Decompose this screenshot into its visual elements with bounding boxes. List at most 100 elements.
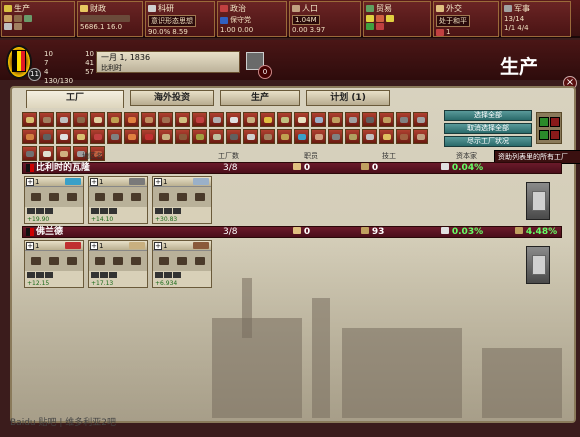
goods-filter-icon[interactable]: [260, 112, 275, 127]
goods-filter-icon[interactable]: [56, 112, 71, 127]
goods-filter-icon[interactable]: [175, 129, 190, 144]
trade-tab[interactable]: 贸易: [363, 1, 431, 37]
col-clerks[interactable]: 职员: [304, 151, 318, 161]
goods-filter-icon[interactable]: [175, 112, 190, 127]
goods-icon: [376, 15, 384, 22]
tab-foreign-investment[interactable]: 海外投资: [130, 90, 214, 106]
col-capitalists[interactable]: 资本家: [456, 151, 477, 161]
goods-filter-icon[interactable]: [90, 112, 105, 127]
close-all-icon[interactable]: [550, 130, 560, 140]
col-factories[interactable]: 工厂数: [218, 151, 239, 161]
finance-tab[interactable]: 财政 5686.1 16.0: [77, 1, 143, 37]
capitalist-icon: [441, 163, 449, 170]
goods-filter-icon[interactable]: [22, 129, 37, 144]
tech-tab[interactable]: 科研 意识形态思想 90.0% 8.59: [145, 1, 215, 37]
goods-filter-icon[interactable]: [362, 112, 377, 127]
nation-name: 比利时: [101, 64, 122, 72]
goods-filter-icon[interactable]: [294, 112, 309, 127]
population-label: 人口: [302, 4, 318, 13]
goods-filter-icon[interactable]: [107, 112, 122, 127]
goods-filter-icon[interactable]: [141, 112, 156, 127]
goods-filter-icon[interactable]: [328, 112, 343, 127]
deselect-all-button[interactable]: 取消选择全部: [444, 123, 532, 134]
population-tab[interactable]: 人口 1.04M 0.00 3.97: [289, 1, 361, 37]
tab-projects[interactable]: 计划 (1): [306, 90, 390, 106]
goods-filter-icon[interactable]: [294, 129, 309, 144]
factory-card[interactable]: +1 +12.15: [24, 240, 84, 288]
stat-row: 4 57: [44, 68, 94, 77]
goods-filter-icon[interactable]: [22, 112, 37, 127]
factory-card[interactable]: +1 +6.934: [152, 240, 212, 288]
factory-card[interactable]: +1 +30.83: [152, 176, 212, 224]
unsubsidize-all-icon[interactable]: [550, 117, 560, 127]
expand-button[interactable]: +: [90, 241, 98, 250]
build-factory-button[interactable]: [526, 182, 550, 220]
goods-filter-icon[interactable]: [73, 112, 88, 127]
goods-filter-icon[interactable]: [311, 129, 326, 144]
goods-filter-icon[interactable]: [56, 129, 71, 144]
diplomacy-tab[interactable]: 外交 处于和平 1: [433, 1, 499, 37]
goods-filter-icon[interactable]: [158, 112, 173, 127]
goods-filter-icon[interactable]: [413, 129, 428, 144]
goods-filter-icon[interactable]: [90, 129, 105, 144]
col-workers[interactable]: 技工: [382, 151, 396, 161]
tab-factories[interactable]: 工厂: [26, 90, 124, 108]
military-tab[interactable]: 军事 13/14 1/1 4/4: [501, 1, 571, 37]
expand-button[interactable]: +: [154, 177, 162, 186]
goods-filter-icon[interactable]: [192, 112, 207, 127]
goods-filter-icon[interactable]: [328, 129, 343, 144]
goods-filter-icon[interactable]: [243, 129, 258, 144]
state-row[interactable]: 佛兰德 3/8 0 93 0.03% 4.48%: [22, 226, 562, 238]
goods-filter-icon[interactable]: [107, 129, 122, 144]
goods-filter-icon[interactable]: [243, 112, 258, 127]
goods-filter-icon[interactable]: [277, 129, 292, 144]
goods-filter-icon[interactable]: [209, 112, 224, 127]
goods-filter-icon[interactable]: [260, 129, 275, 144]
date-display[interactable]: 一月 1, 1836 比利时: [96, 51, 240, 73]
politics-tab[interactable]: 政治 保守党 1.00 0.00: [217, 1, 287, 37]
expand-button[interactable]: +: [26, 241, 34, 250]
select-all-button[interactable]: 选择全部: [444, 110, 532, 121]
show-factory-status-button[interactable]: 尽示工厂状况: [444, 136, 532, 147]
state-row[interactable]: 比利时的瓦隆 3/8 0 0 0.04%: [22, 162, 562, 174]
tech-pct: 90.0%: [148, 28, 171, 36]
factory-card[interactable]: +1 +14.10: [88, 176, 148, 224]
worker-slot-icon: [91, 272, 99, 278]
goods-filter-icon[interactable]: [311, 112, 326, 127]
open-all-icon[interactable]: [539, 130, 549, 140]
goods-filter-icon[interactable]: [192, 129, 207, 144]
belgium-flag-icon[interactable]: [12, 50, 26, 72]
production-tab[interactable]: 生产: [1, 1, 75, 37]
goods-filter-icon[interactable]: [345, 129, 360, 144]
goods-filter-icon[interactable]: [39, 129, 54, 144]
goods-filter-icon[interactable]: [209, 129, 224, 144]
diplomacy-value: 1: [446, 28, 451, 36]
expand-button[interactable]: +: [90, 177, 98, 186]
goods-filter-icon[interactable]: [345, 112, 360, 127]
goods-filter-icon[interactable]: [39, 112, 54, 127]
goods-filter-icon[interactable]: [141, 129, 156, 144]
goods-filter-icon[interactable]: [396, 129, 411, 144]
goods-filter-icon[interactable]: [124, 112, 139, 127]
subsidize-controls: [536, 112, 562, 144]
build-factory-button[interactable]: [526, 246, 550, 284]
goods-filter-icon[interactable]: [277, 112, 292, 127]
goods-filter-icon[interactable]: [124, 129, 139, 144]
goods-filter-icon[interactable]: [73, 129, 88, 144]
tab-production[interactable]: 生产: [220, 90, 300, 106]
goods-filter-icon[interactable]: [158, 129, 173, 144]
col-region[interactable]: 地区名: [82, 151, 103, 161]
factory-card[interactable]: +1 +19.90: [24, 176, 84, 224]
expand-button[interactable]: +: [154, 241, 162, 250]
expand-button[interactable]: +: [26, 177, 34, 186]
goods-filter-icon[interactable]: [379, 129, 394, 144]
goods-filter-icon[interactable]: [362, 129, 377, 144]
subsidize-all-icon[interactable]: [539, 117, 549, 127]
factory-profit: +12.15: [27, 280, 50, 287]
goods-filter-icon[interactable]: [226, 112, 241, 127]
factory-card[interactable]: +1 +17.13: [88, 240, 148, 288]
goods-filter-icon[interactable]: [413, 112, 428, 127]
goods-filter-icon[interactable]: [379, 112, 394, 127]
goods-filter-icon[interactable]: [226, 129, 241, 144]
goods-filter-icon[interactable]: [396, 112, 411, 127]
